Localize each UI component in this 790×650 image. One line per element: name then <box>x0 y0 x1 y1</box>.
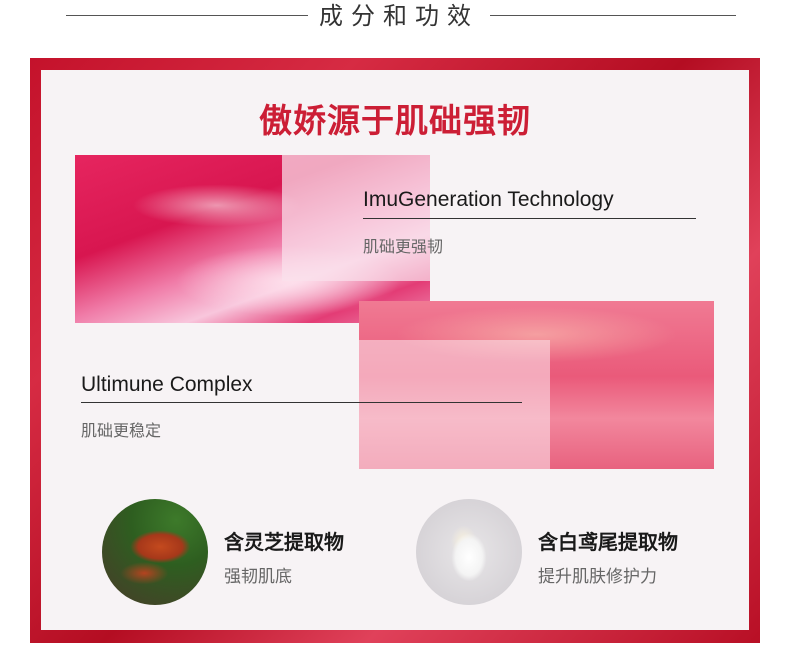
texture-overlay <box>359 340 550 469</box>
section-title: 成分和功效 <box>319 2 479 30</box>
extract-desc: 强韧肌底 <box>224 567 292 587</box>
extract-name: 含灵芝提取物 <box>224 530 344 554</box>
ingredient-desc: 肌础更稳定 <box>81 421 162 440</box>
ingredient-underline <box>81 402 522 403</box>
ingredient-name: Ultimune Complex <box>81 373 253 396</box>
white-iris-image <box>416 499 522 605</box>
header-divider-right <box>490 15 736 16</box>
extract-name: 含白鸢尾提取物 <box>538 530 678 554</box>
header-divider-left <box>66 15 308 16</box>
page-title: 傲娇源于肌础强韧 <box>259 101 531 140</box>
ingredient-underline <box>363 218 696 219</box>
extract-desc: 提升肌肤修护力 <box>538 567 657 587</box>
ingredient-name: ImuGeneration Technology <box>363 188 614 211</box>
content-panel: 傲娇源于肌础强韧 ImuGeneration Technology 肌础更强韧 … <box>41 70 749 630</box>
reishi-mushroom-image <box>102 499 208 605</box>
ingredient-desc: 肌础更强韧 <box>363 237 444 256</box>
